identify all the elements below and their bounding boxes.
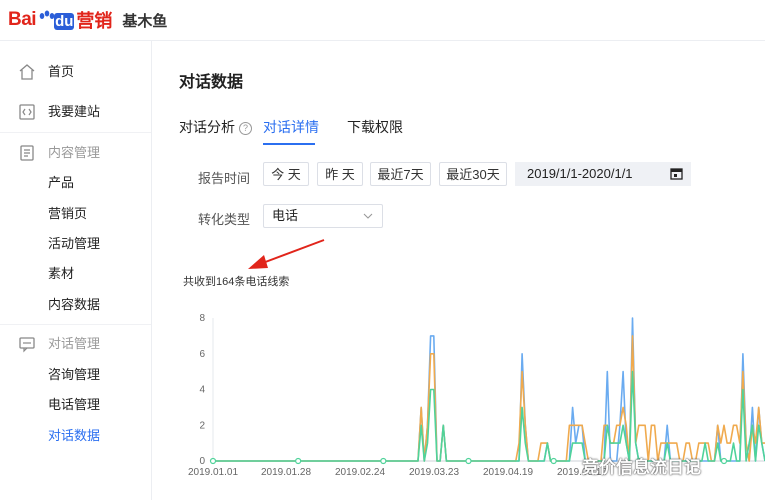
y-tick-label: 8 <box>199 313 205 324</box>
baidu-marketing-logo[interactable]: Bai du 营销 基木鱼 <box>8 6 167 34</box>
watermark-text: 竞价信息流日记 <box>582 458 701 477</box>
tab-label: 对话分析 <box>179 119 235 135</box>
tab-dialog-analysis[interactable]: 对话分析? <box>179 117 252 137</box>
sidebar-item-landing-page[interactable]: 营销页 <box>0 199 151 229</box>
active-tab-indicator <box>263 143 315 145</box>
sidebar-item-label: 产品 <box>48 175 75 190</box>
sidebar-item-phone[interactable]: 电话管理 <box>0 390 151 420</box>
tab-label: 对话详情 <box>263 119 319 135</box>
sidebar: 首页 我要建站 内容管理 产品 营销页 活动管理 素材 内容数据 对话管理 咨询… <box>0 41 152 500</box>
data-point-marker <box>209 457 217 465</box>
home-icon <box>19 64 35 80</box>
today-button[interactable]: 今 天 <box>263 162 309 186</box>
document-icon <box>20 145 34 161</box>
date-range-picker[interactable]: 2019/1/1-2020/1/1 <box>515 162 691 186</box>
x-tick-label: 2019.03.23 <box>409 467 459 478</box>
sidebar-group-dialog[interactable]: 对话管理 <box>0 329 151 359</box>
top-bar: Bai du 营销 基木鱼 <box>0 0 765 41</box>
sidebar-item-label: 活动管理 <box>48 236 101 251</box>
sidebar-item-home[interactable]: 首页 <box>0 57 151 87</box>
sidebar-item-build-site[interactable]: 我要建站 <box>0 97 151 127</box>
last-30-days-button[interactable]: 最近30天 <box>439 162 507 186</box>
sidebar-item-label: 对话数据 <box>48 428 101 443</box>
report-time-label: 报告时间 <box>198 171 251 186</box>
tab-download-permission[interactable]: 下载权限 <box>347 117 403 137</box>
y-tick-label: 0 <box>199 456 205 467</box>
last-7-days-button[interactable]: 最近7天 <box>370 162 431 186</box>
chat-icon <box>19 337 35 353</box>
data-point-marker <box>380 457 387 465</box>
sidebar-item-content-data[interactable]: 内容数据 <box>0 290 151 320</box>
conversion-type-label: 转化类型 <box>198 212 251 227</box>
sidebar-group-content[interactable]: 内容管理 <box>0 138 151 168</box>
sidebar-item-label: 我要建站 <box>48 104 101 119</box>
yesterday-button[interactable]: 昨 天 <box>317 162 363 186</box>
code-icon <box>19 104 35 120</box>
sidebar-item-activity[interactable]: 活动管理 <box>0 229 151 259</box>
chevron-down-icon <box>363 213 373 219</box>
x-tick-label: 2019.04.19 <box>483 467 533 478</box>
logo-yingxiao-text: 营销 <box>76 11 113 31</box>
main-content: 对话数据 对话分析? 对话详情 下载权限 报告时间 今 天 昨 天 最近7天 最… <box>152 41 765 500</box>
x-tick-label: 2019.01.28 <box>261 467 311 478</box>
sidebar-divider <box>0 132 151 133</box>
sidebar-divider <box>0 324 151 325</box>
product-name: 基木鱼 <box>122 12 168 30</box>
series-line-1 <box>213 317 765 462</box>
sidebar-item-label: 营销页 <box>48 206 88 221</box>
y-tick-label: 6 <box>199 349 205 360</box>
sidebar-item-consult[interactable]: 咨询管理 <box>0 360 151 390</box>
help-icon[interactable]: ? <box>239 122 252 135</box>
annotation-arrow <box>248 239 325 269</box>
data-point-marker <box>550 457 557 465</box>
date-range-value: 2019/1/1-2020/1/1 <box>527 166 633 181</box>
y-tick-label: 2 <box>199 420 205 431</box>
calendar-icon[interactable] <box>670 167 683 180</box>
sidebar-group-label: 对话管理 <box>48 336 101 351</box>
sidebar-item-label: 素材 <box>48 266 75 281</box>
sidebar-item-dialog-data[interactable]: 对话数据 <box>0 421 151 451</box>
sidebar-item-label: 内容数据 <box>48 297 101 312</box>
data-point-marker <box>465 457 472 465</box>
sidebar-item-product[interactable]: 产品 <box>0 168 151 198</box>
series-line-2 <box>213 335 765 462</box>
data-point-marker <box>295 457 302 465</box>
tab-label: 下载权限 <box>347 119 403 135</box>
x-tick-label: 2019.02.24 <box>335 467 385 478</box>
data-point-marker <box>720 457 728 465</box>
sidebar-item-label: 电话管理 <box>48 397 101 412</box>
page-title: 对话数据 <box>179 74 244 91</box>
conversion-type-value: 电话 <box>272 208 299 223</box>
y-tick-label: 4 <box>199 385 205 396</box>
series-line-3 <box>213 370 765 462</box>
conversion-type-select[interactable]: 电话 <box>263 204 383 228</box>
sidebar-item-label: 咨询管理 <box>48 367 101 382</box>
sidebar-item-label: 首页 <box>48 64 75 79</box>
lead-count-summary: 共收到164条电话线索 <box>183 276 290 288</box>
tab-dialog-detail[interactable]: 对话详情 <box>263 117 319 137</box>
logo-bai-text: Bai <box>8 9 37 30</box>
sidebar-group-label: 内容管理 <box>48 145 101 160</box>
logo-du-text: du <box>54 12 75 30</box>
sidebar-item-material[interactable]: 素材 <box>0 259 151 289</box>
x-tick-label: 2019.01.01 <box>188 467 238 478</box>
